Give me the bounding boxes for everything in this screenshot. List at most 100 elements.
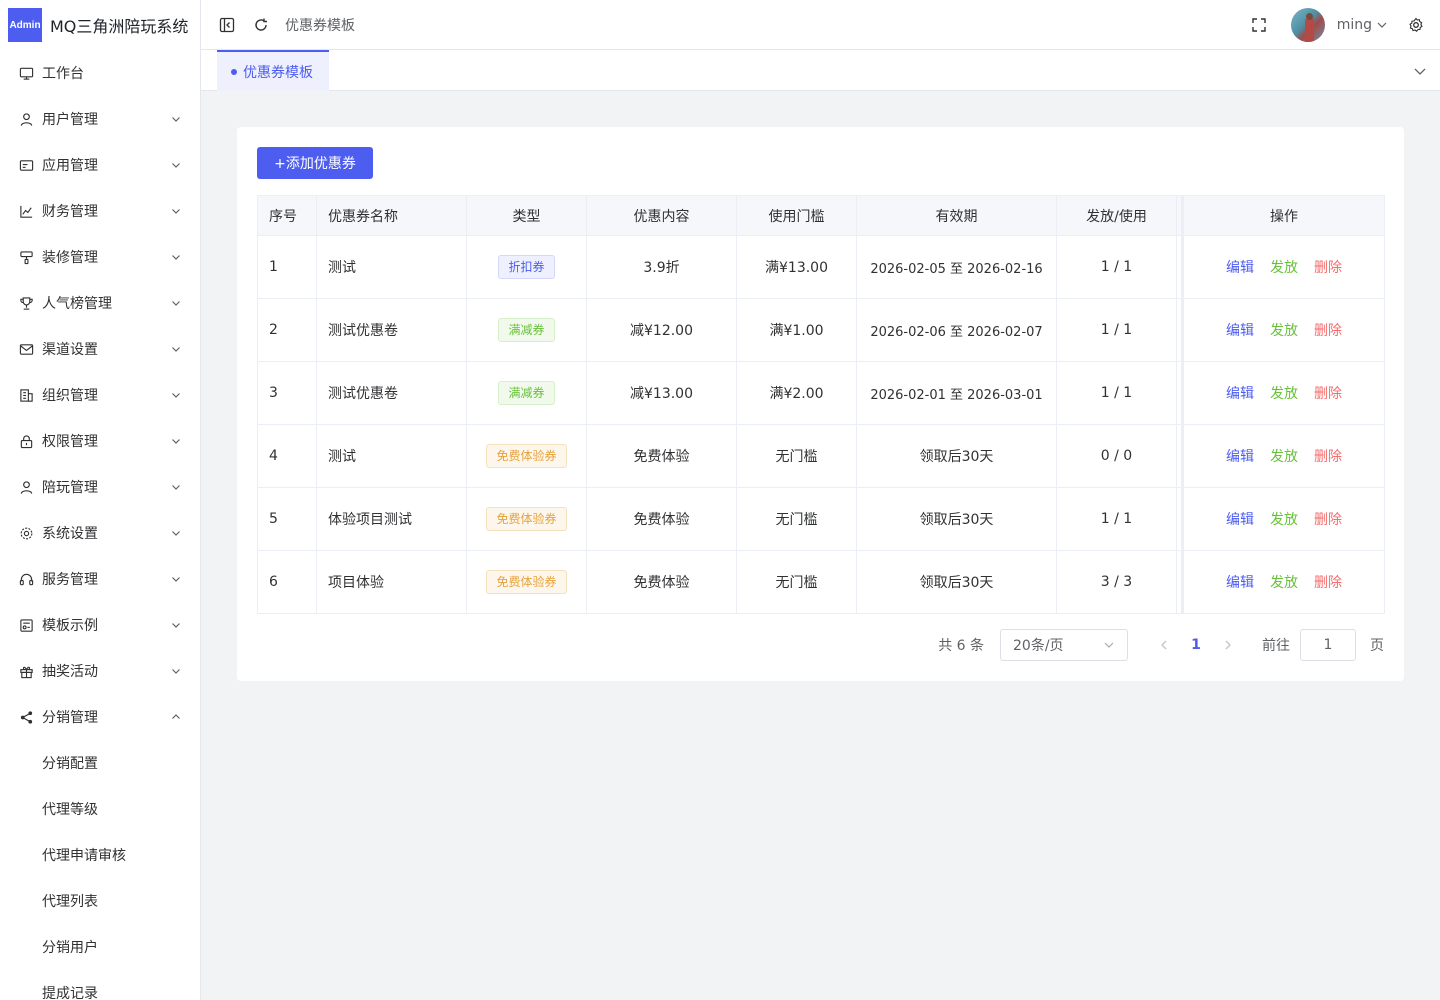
issue-button[interactable]: 发放 <box>1270 320 1298 340</box>
sidebar-item[interactable]: 抽奖活动 <box>0 648 200 694</box>
cell-type: 免费体验券 <box>466 487 587 551</box>
table-header-row: 序号 优惠券名称 类型 优惠内容 使用门槛 有效期 发放/使用 操作 <box>257 195 1385 236</box>
tab-label: 优惠券模板 <box>243 64 313 81</box>
sidebar-item[interactable]: 工作台 <box>0 50 200 96</box>
sidebar-item[interactable]: 财务管理 <box>0 188 200 234</box>
cell-threshold: 满¥13.00 <box>736 235 857 299</box>
delete-button[interactable]: 删除 <box>1314 257 1342 277</box>
sidebar-item[interactable]: 陪玩管理 <box>0 464 200 510</box>
sidebar-item[interactable]: 系统设置 <box>0 510 200 556</box>
user-menu[interactable]: ming <box>1337 17 1388 33</box>
cell-threshold: 满¥1.00 <box>736 298 857 362</box>
username: ming <box>1336 17 1372 33</box>
sidebar-subitem[interactable]: 分销配置 <box>0 740 200 786</box>
building-icon <box>18 387 34 403</box>
app-title: MQ三角洲陪玩系统 <box>50 17 189 36</box>
tab-coupon-template[interactable]: 优惠券模板 <box>217 50 329 91</box>
edit-button[interactable]: 编辑 <box>1226 572 1254 592</box>
edit-button[interactable]: 编辑 <box>1226 257 1254 277</box>
goto-page-input[interactable] <box>1300 629 1356 661</box>
cell-threshold: 无门槛 <box>736 550 857 614</box>
next-page-icon[interactable] <box>1216 629 1240 661</box>
sidebar-subitem[interactable]: 分销用户 <box>0 924 200 970</box>
delete-button[interactable]: 删除 <box>1314 383 1342 403</box>
delete-button[interactable]: 删除 <box>1314 572 1342 592</box>
active-dot-icon <box>231 68 237 75</box>
edit-button[interactable]: 编辑 <box>1226 446 1254 466</box>
cell-name: 项目体验 <box>316 550 467 614</box>
breadcrumb[interactable]: 优惠券模板 <box>285 15 355 35</box>
coupon-type-tag: 免费体验券 <box>486 444 567 468</box>
logo[interactable]: Admin MQ三角洲陪玩系统 <box>0 0 200 50</box>
page-size-select[interactable]: 20条/页 <box>1000 629 1128 661</box>
sidebar-item-label: 装修管理 <box>42 250 98 266</box>
sidebar-subitem[interactable]: 提成记录 <box>0 970 200 1000</box>
fullscreen-icon[interactable] <box>1249 15 1269 35</box>
add-coupon-button[interactable]: +添加优惠券 <box>257 147 373 179</box>
cell-validity: 2026-02-06 至 2026-02-07 <box>856 298 1057 362</box>
col-header-type: 类型 <box>466 195 587 236</box>
sidebar-item[interactable]: 模板示例 <box>0 602 200 648</box>
goto-label: 前往 <box>1262 638 1290 654</box>
sidebar-item[interactable]: 渠道设置 <box>0 326 200 372</box>
prev-page-icon[interactable] <box>1152 629 1176 661</box>
chevron-down-icon <box>1376 19 1388 31</box>
chevron-down-icon <box>170 619 182 631</box>
issue-button[interactable]: 发放 <box>1270 257 1298 277</box>
sidebar-item-label: 陪玩管理 <box>42 480 98 496</box>
coupon-type-tag: 满减券 <box>498 318 555 342</box>
delete-button[interactable]: 删除 <box>1314 446 1342 466</box>
issue-button[interactable]: 发放 <box>1270 509 1298 529</box>
coupon-type-tag: 满减券 <box>498 381 555 405</box>
cell-usage: 1 / 1 <box>1056 487 1177 551</box>
sidebar-item[interactable]: 人气榜管理 <box>0 280 200 326</box>
table-row: 2 测试优惠卷 满减券 减¥12.00 满¥1.00 2026-02-06 至 2026-… <box>257 298 1385 362</box>
page-number-current[interactable]: 1 <box>1180 637 1212 653</box>
cell-actions: 编辑 发放 删除 <box>1182 424 1385 488</box>
sidebar-item[interactable]: 应用管理 <box>0 142 200 188</box>
sidebar-item[interactable]: 用户管理 <box>0 96 200 142</box>
cell-validity: 领取后30天 <box>856 550 1057 614</box>
issue-button[interactable]: 发放 <box>1270 446 1298 466</box>
cell-name: 测试 <box>316 235 467 299</box>
cell-name: 测试 <box>316 424 467 488</box>
cell-threshold: 满¥2.00 <box>736 361 857 425</box>
sidebar-item-label: 抽奖活动 <box>42 664 98 680</box>
collapse-sidebar-icon[interactable] <box>217 15 237 35</box>
sidebar-subitem[interactable]: 代理列表 <box>0 878 200 924</box>
sidebar-item[interactable]: 组织管理 <box>0 372 200 418</box>
col-header-no: 序号 <box>257 195 317 236</box>
sidebar-subitem[interactable]: 代理申请审核 <box>0 832 200 878</box>
avatar[interactable] <box>1290 8 1325 42</box>
coupon-type-tag: 折扣券 <box>498 255 555 279</box>
tabs-more-chevron-icon[interactable] <box>1412 63 1428 79</box>
sidebar-item-label: 财务管理 <box>42 204 98 220</box>
sidebar-item[interactable]: 分销管理 <box>0 694 200 740</box>
edit-button[interactable]: 编辑 <box>1226 509 1254 529</box>
issue-button[interactable]: 发放 <box>1270 572 1298 592</box>
cell-validity: 领取后30天 <box>856 487 1057 551</box>
cell-actions: 编辑 发放 删除 <box>1182 235 1385 299</box>
sidebar-item-label: 模板示例 <box>42 618 98 634</box>
edit-button[interactable]: 编辑 <box>1226 383 1254 403</box>
delete-button[interactable]: 删除 <box>1314 320 1342 340</box>
sidebar-item[interactable]: 权限管理 <box>0 418 200 464</box>
col-header-usage: 发放/使用 <box>1056 195 1177 236</box>
sidebar-subitem[interactable]: 代理等级 <box>0 786 200 832</box>
chevron-down-icon <box>170 665 182 677</box>
cell-no: 3 <box>257 361 317 425</box>
trophy-icon <box>18 295 34 311</box>
logo-badge: Admin <box>8 8 42 42</box>
cell-no: 5 <box>257 487 317 551</box>
delete-button[interactable]: 删除 <box>1314 509 1342 529</box>
coupon-type-tag: 免费体验券 <box>486 507 567 531</box>
refresh-icon[interactable] <box>251 15 271 35</box>
sidebar-item[interactable]: 服务管理 <box>0 556 200 602</box>
issue-button[interactable]: 发放 <box>1270 383 1298 403</box>
sidebar-item[interactable]: 装修管理 <box>0 234 200 280</box>
edit-button[interactable]: 编辑 <box>1226 320 1254 340</box>
settings-gear-icon[interactable] <box>1406 15 1426 35</box>
cell-content: 减¥12.00 <box>586 298 737 362</box>
cell-threshold: 无门槛 <box>736 424 857 488</box>
col-header-name: 优惠券名称 <box>316 195 467 236</box>
